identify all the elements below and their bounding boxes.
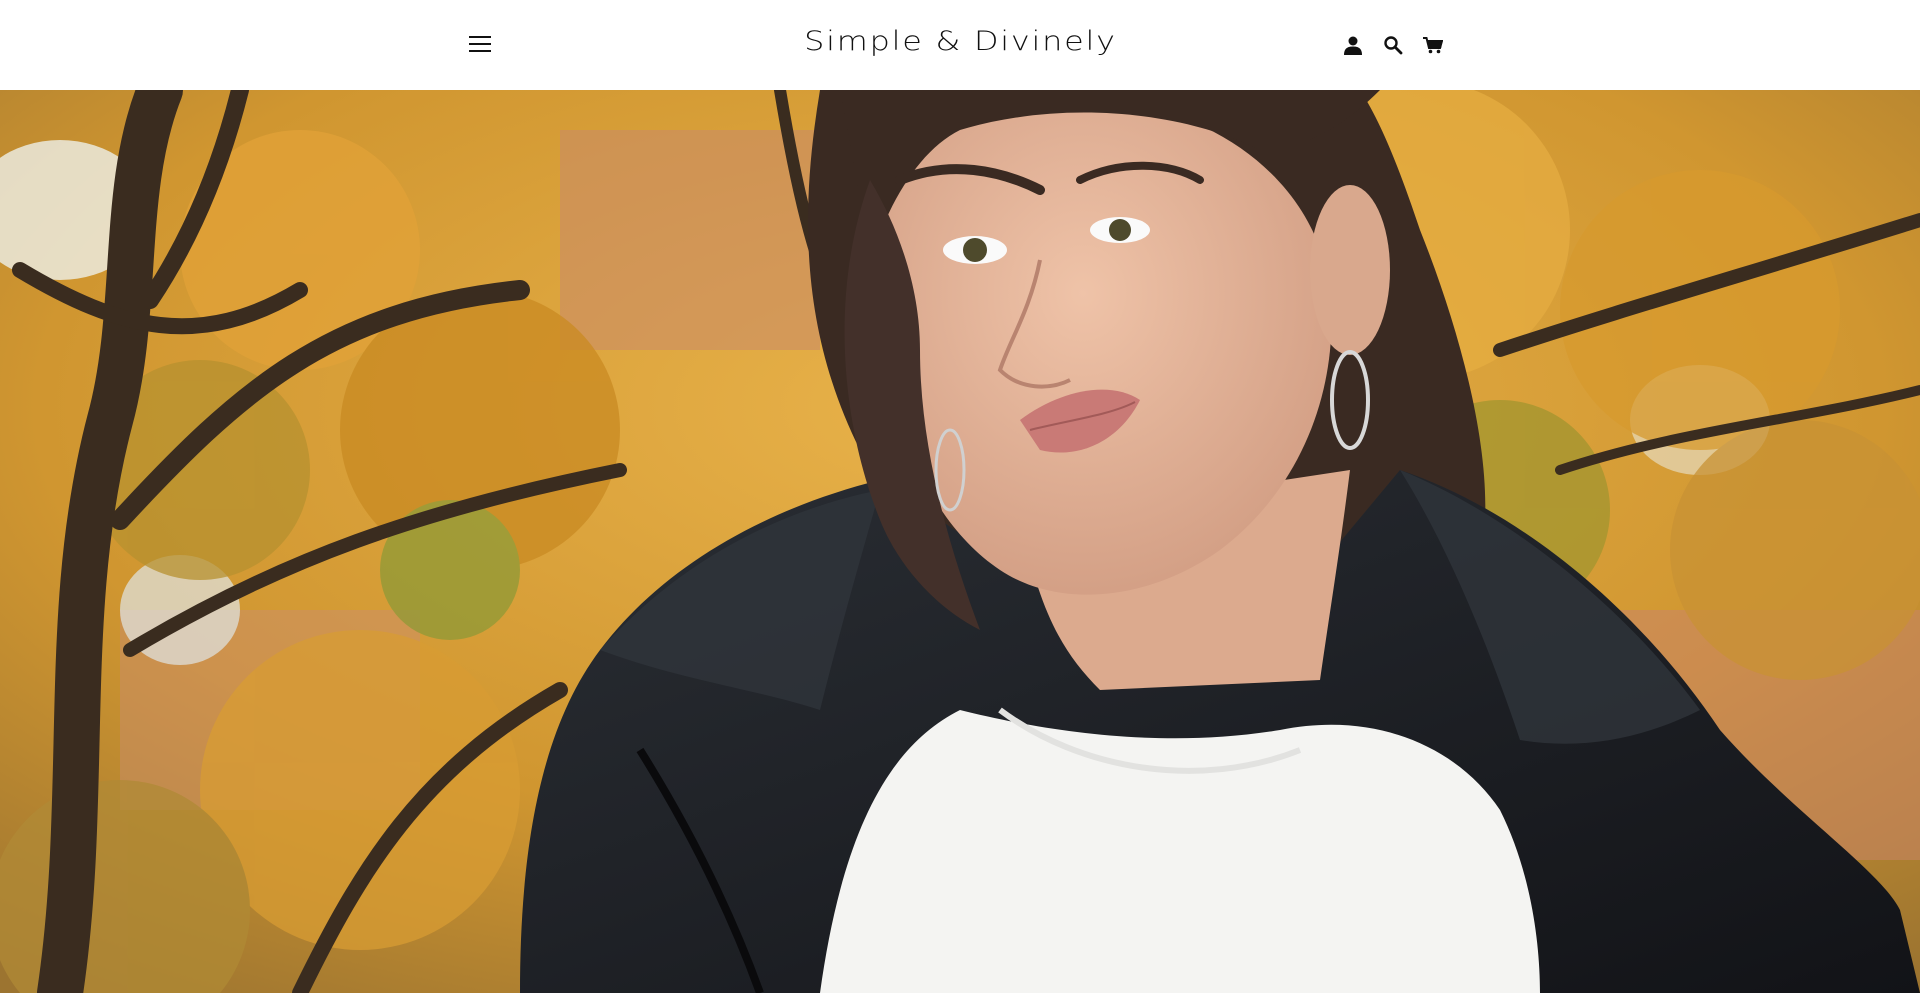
header-icons: [1340, 28, 1446, 62]
account-icon: [1344, 36, 1362, 55]
cart-icon: [1423, 37, 1443, 54]
account-button[interactable]: [1340, 32, 1366, 58]
search-icon: [1384, 36, 1403, 55]
hero-image: [0, 90, 1920, 993]
search-button[interactable]: [1380, 32, 1406, 58]
site-header: Simple & Divinely: [0, 0, 1920, 90]
site-logo[interactable]: Simple & Divinely: [0, 26, 1920, 57]
hero-banner: [0, 90, 1920, 993]
logo-text: Simple & Divinely: [803, 26, 1117, 57]
cart-button[interactable]: [1420, 32, 1446, 58]
